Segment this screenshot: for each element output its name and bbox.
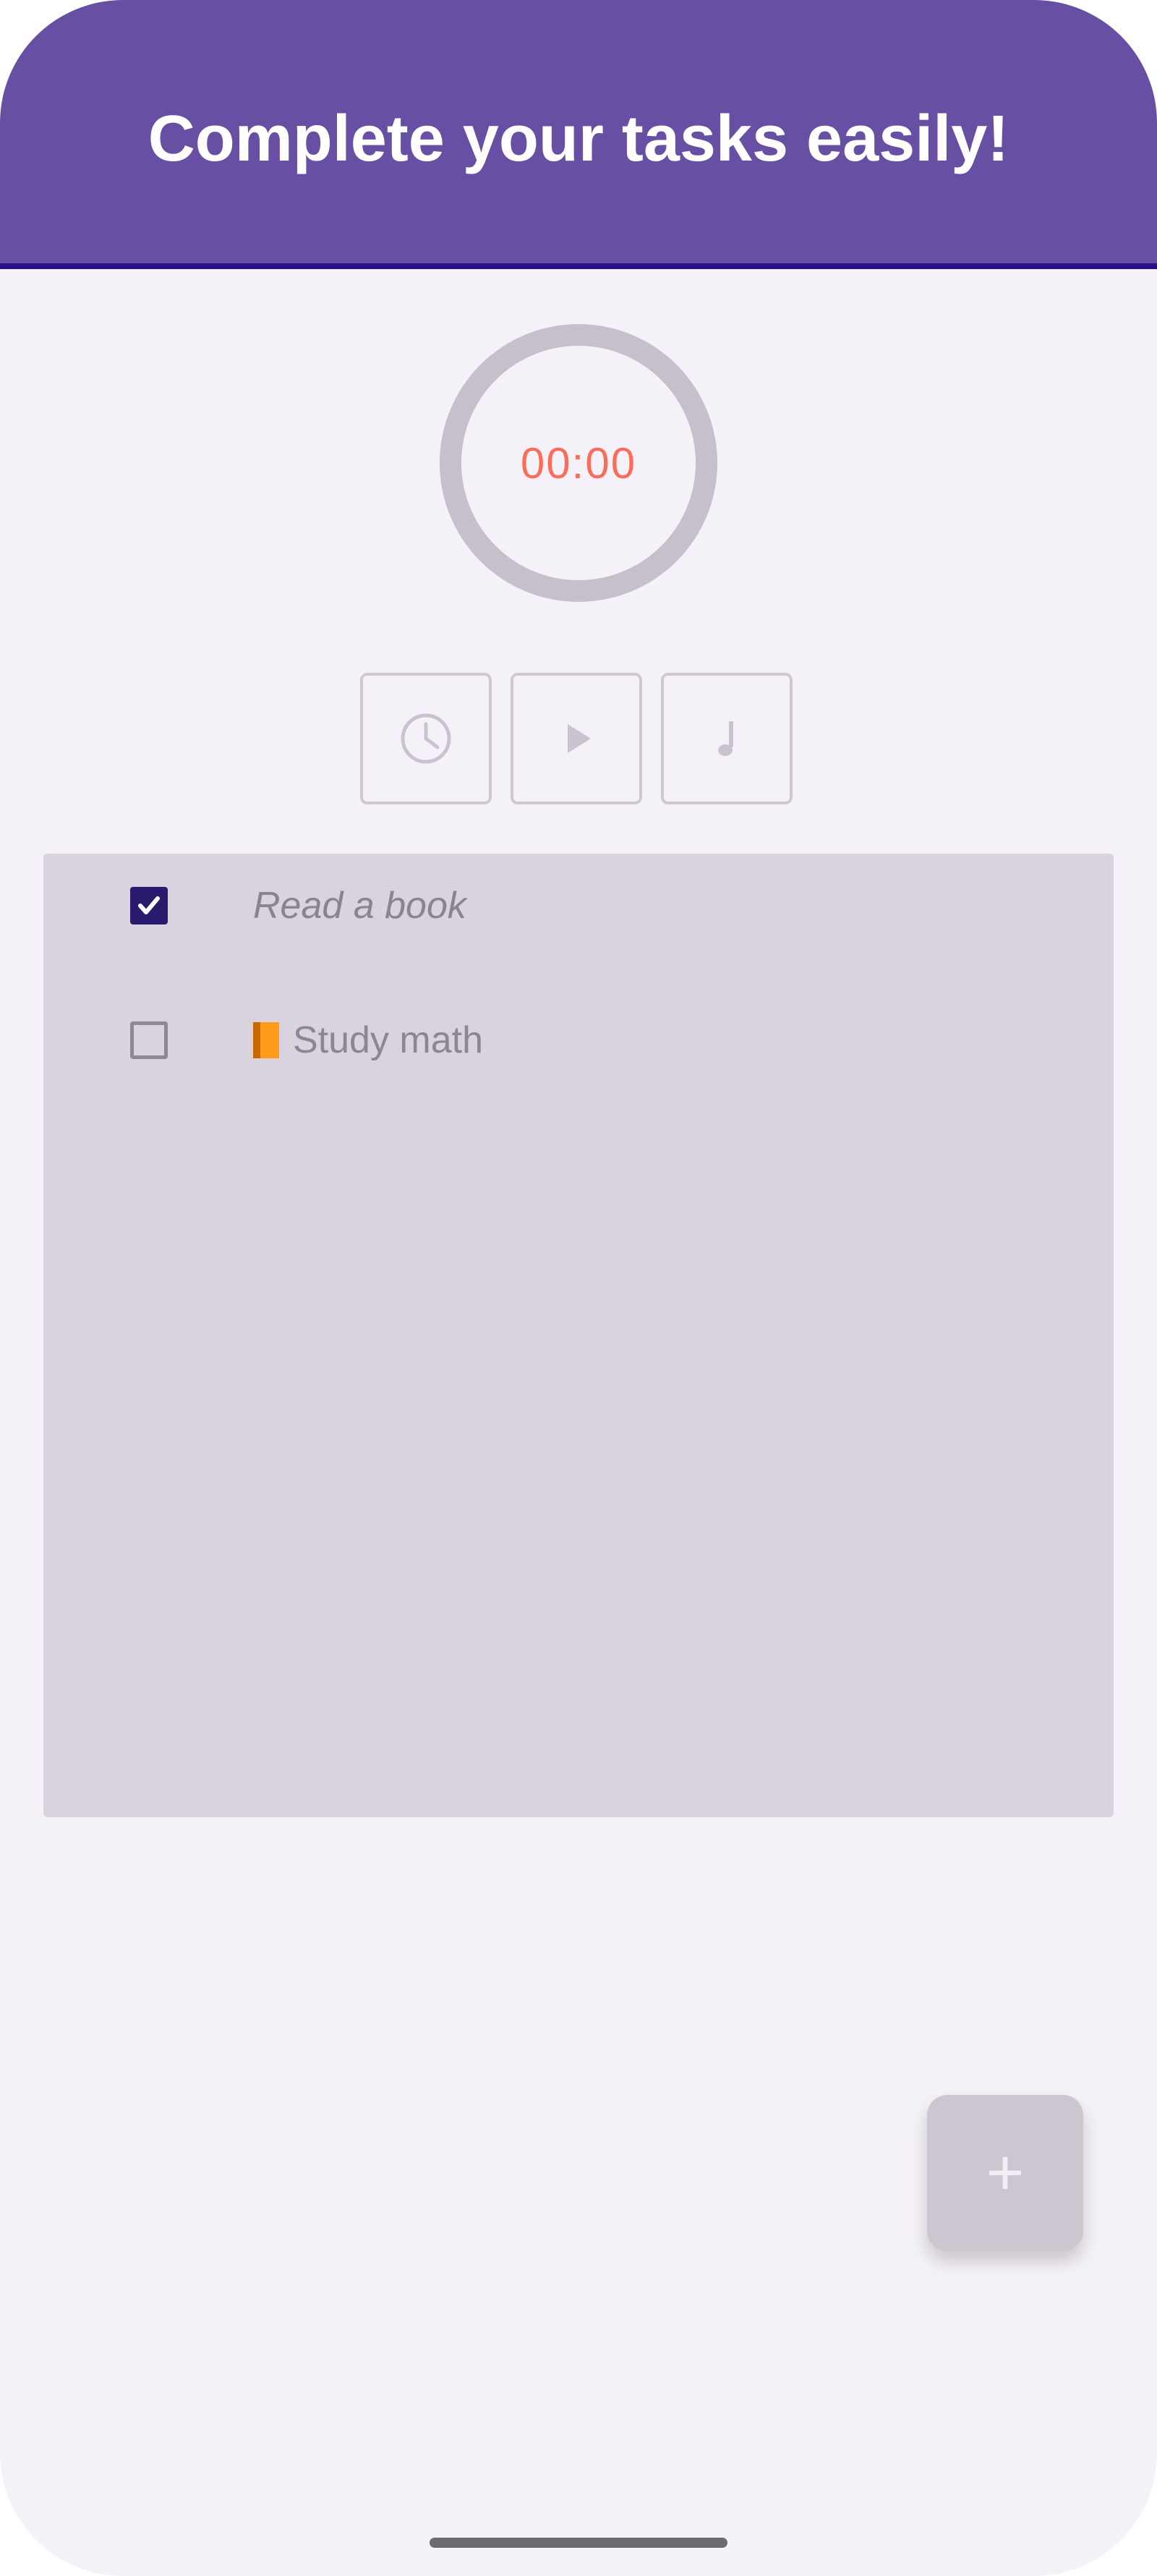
task-label: Read a book [253, 885, 466, 927]
set-timer-button[interactable] [360, 673, 492, 804]
checkmark-icon [138, 896, 160, 914]
home-indicator[interactable] [430, 2538, 727, 2548]
task-checkbox-checked[interactable] [130, 887, 168, 924]
task-checkbox[interactable] [130, 1021, 168, 1059]
clock-icon [401, 713, 451, 764]
add-task-button[interactable]: + [927, 2095, 1083, 2251]
app-screen: Complete your tasks easily! 00:00 Read a… [0, 0, 1157, 2576]
page-title: Complete your tasks easily! [148, 102, 1009, 175]
task-item[interactable]: Read a book [43, 862, 1114, 949]
play-button[interactable] [511, 673, 642, 804]
timer-display: 00:00 [520, 438, 637, 488]
timer-controls [360, 673, 793, 804]
timer-ring: 00:00 [440, 324, 717, 602]
play-icon [568, 724, 591, 753]
task-item[interactable]: Study math [43, 997, 1114, 1084]
task-list: Read a book Study math [43, 854, 1114, 1817]
book-icon [253, 1022, 279, 1058]
plus-icon: + [986, 2136, 1025, 2209]
music-button[interactable] [661, 673, 793, 804]
music-note-icon [718, 721, 733, 756]
task-label: Study math [293, 1019, 484, 1061]
app-header: Complete your tasks easily! [0, 0, 1157, 269]
